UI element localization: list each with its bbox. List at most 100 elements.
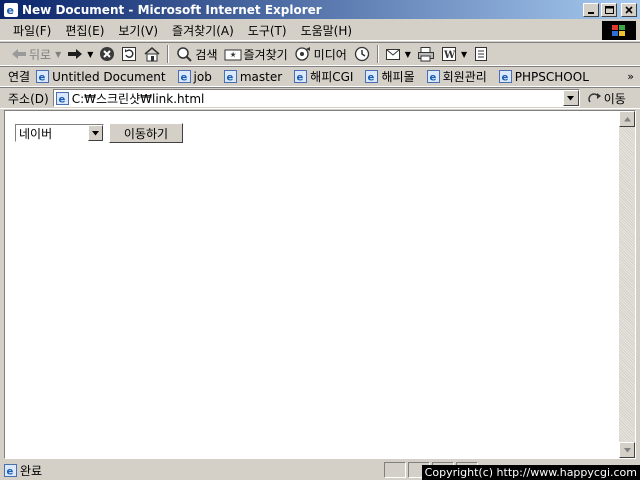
site-select[interactable]: 네이버 xyxy=(15,124,104,142)
svg-text:W: W xyxy=(443,50,456,61)
media-label: 미디어 xyxy=(313,47,347,62)
go-button[interactable]: 이동 xyxy=(587,90,626,107)
ie-page-icon: e xyxy=(294,70,308,84)
chevron-down-icon: ▼ xyxy=(404,49,411,59)
chevron-down-icon: ▼ xyxy=(55,49,62,59)
link-job[interactable]: e job xyxy=(177,70,212,84)
favorites-label: 즐겨찾기 xyxy=(243,47,288,62)
svg-text:e: e xyxy=(368,73,375,84)
stop-button[interactable] xyxy=(96,43,118,65)
ie-page-icon: e xyxy=(223,70,237,83)
discuss-button[interactable] xyxy=(470,43,492,65)
move-button[interactable]: 이동하기 xyxy=(109,123,183,143)
minimize-button[interactable] xyxy=(583,2,599,17)
ie-logo-icon: e xyxy=(4,2,18,17)
ie-page-icon: e xyxy=(426,70,440,84)
menu-file[interactable]: 파일(F) xyxy=(6,22,58,39)
maximize-icon xyxy=(604,5,614,14)
media-icon xyxy=(295,47,310,61)
svg-text:e: e xyxy=(58,94,65,105)
status-panel xyxy=(384,462,406,478)
link-untitled-document[interactable]: e Untitled Document xyxy=(36,69,166,84)
menu-tools[interactable]: 도구(T) xyxy=(241,22,294,39)
search-label: 검색 xyxy=(195,47,218,62)
address-input[interactable]: e C:₩스크린샷₩link.html xyxy=(52,89,580,107)
link-member-admin[interactable]: e 회원관리 xyxy=(426,68,487,85)
back-button[interactable]: 뒤로 ▼ xyxy=(8,43,64,65)
chevron-up-icon xyxy=(623,116,631,121)
media-button[interactable]: 미디어 xyxy=(291,43,350,65)
mail-button[interactable]: ▼ xyxy=(382,43,414,65)
search-icon xyxy=(177,47,193,62)
standard-toolbar: 뒤로 ▼ ▼ 검색 즐겨찾기 미디어 ▼ W ▼ xyxy=(0,42,640,66)
link-happycgi[interactable]: e 해피CGI xyxy=(294,68,353,85)
ie-page-icon: e xyxy=(177,70,191,84)
chevron-down-icon xyxy=(92,130,99,135)
ie-page-icon: e xyxy=(365,70,379,84)
toolbar-separator xyxy=(167,45,170,63)
link-label: Untitled Document xyxy=(52,69,166,84)
forward-button[interactable]: ▼ xyxy=(64,43,96,65)
link-master[interactable]: e master xyxy=(223,70,282,84)
window-title: New Document - Microsoft Internet Explor… xyxy=(22,2,322,17)
title-bar: e New Document - Microsoft Internet Expl… xyxy=(0,0,640,20)
back-label: 뒤로 xyxy=(29,47,52,62)
select-dropdown-button[interactable] xyxy=(88,125,103,141)
chevron-double-right-icon[interactable]: » xyxy=(627,70,634,83)
edit-button[interactable]: W ▼ xyxy=(438,43,470,65)
svg-text:e: e xyxy=(429,73,436,84)
status-text: 완료 xyxy=(20,463,43,478)
windows-logo-icon xyxy=(602,21,636,40)
link-label: 해피몰 xyxy=(381,70,415,84)
menu-bar: 파일(F) 편집(E) 보기(V) 즐겨찾기(A) 도구(T) 도움말(H) xyxy=(0,20,640,41)
close-icon xyxy=(625,5,633,14)
refresh-button[interactable] xyxy=(118,43,140,65)
link-happymall[interactable]: e 해피몰 xyxy=(365,68,415,85)
status-bar: e 완료 Copyright(c) http://www.happycgi.co… xyxy=(0,460,640,480)
address-dropdown-button[interactable] xyxy=(562,90,579,106)
svg-text:e: e xyxy=(297,73,304,84)
forward-arrow-icon xyxy=(68,49,83,59)
favorites-folder-icon xyxy=(224,49,241,61)
history-icon xyxy=(354,46,369,62)
links-bar: 연결 e Untitled Document e job e master e … xyxy=(0,66,640,87)
svg-text:e: e xyxy=(39,73,46,84)
scroll-down-button[interactable] xyxy=(619,442,635,458)
ie-page-icon: e xyxy=(4,463,17,477)
ie-page-icon: e xyxy=(498,70,512,84)
menu-edit[interactable]: 편집(E) xyxy=(58,22,111,39)
menu-favorites[interactable]: 즐겨찾기(A) xyxy=(165,22,241,39)
maximize-button[interactable] xyxy=(601,2,617,17)
close-button[interactable] xyxy=(621,2,637,17)
back-arrow-icon xyxy=(12,49,26,59)
menu-view[interactable]: 보기(V) xyxy=(111,22,165,39)
printer-icon xyxy=(417,47,434,62)
address-label: 주소(D) xyxy=(8,91,49,106)
address-url: C:₩스크린샷₩link.html xyxy=(71,91,205,106)
document-icon xyxy=(475,47,488,61)
svg-text:e: e xyxy=(180,73,187,84)
home-button[interactable] xyxy=(140,43,164,65)
go-label: 이동 xyxy=(603,91,626,106)
word-edit-icon: W xyxy=(441,47,456,61)
chevron-down-icon: ▼ xyxy=(87,49,94,59)
scroll-up-button[interactable] xyxy=(619,111,635,127)
print-button[interactable] xyxy=(414,43,438,65)
links-label: 연결 xyxy=(8,70,31,84)
toolbar-separator xyxy=(376,45,379,63)
page-content: 네이버 이동하기 xyxy=(4,110,636,459)
link-phpschool[interactable]: e PHPSCHOOL xyxy=(498,69,589,84)
search-button[interactable]: 검색 xyxy=(172,43,220,65)
refresh-icon xyxy=(122,47,137,61)
chevron-down-icon xyxy=(567,95,575,100)
svg-text:e: e xyxy=(7,466,14,477)
chevron-down-icon xyxy=(623,447,631,452)
favorites-button[interactable]: 즐겨찾기 xyxy=(221,43,291,65)
link-label: PHPSCHOOL xyxy=(514,69,589,84)
vertical-scrollbar[interactable] xyxy=(619,111,635,458)
go-arrow-icon xyxy=(587,93,601,103)
svg-text:e: e xyxy=(501,73,508,84)
status-main: e 완료 xyxy=(4,462,382,479)
history-button[interactable] xyxy=(350,43,374,65)
menu-help[interactable]: 도움말(H) xyxy=(294,22,360,39)
